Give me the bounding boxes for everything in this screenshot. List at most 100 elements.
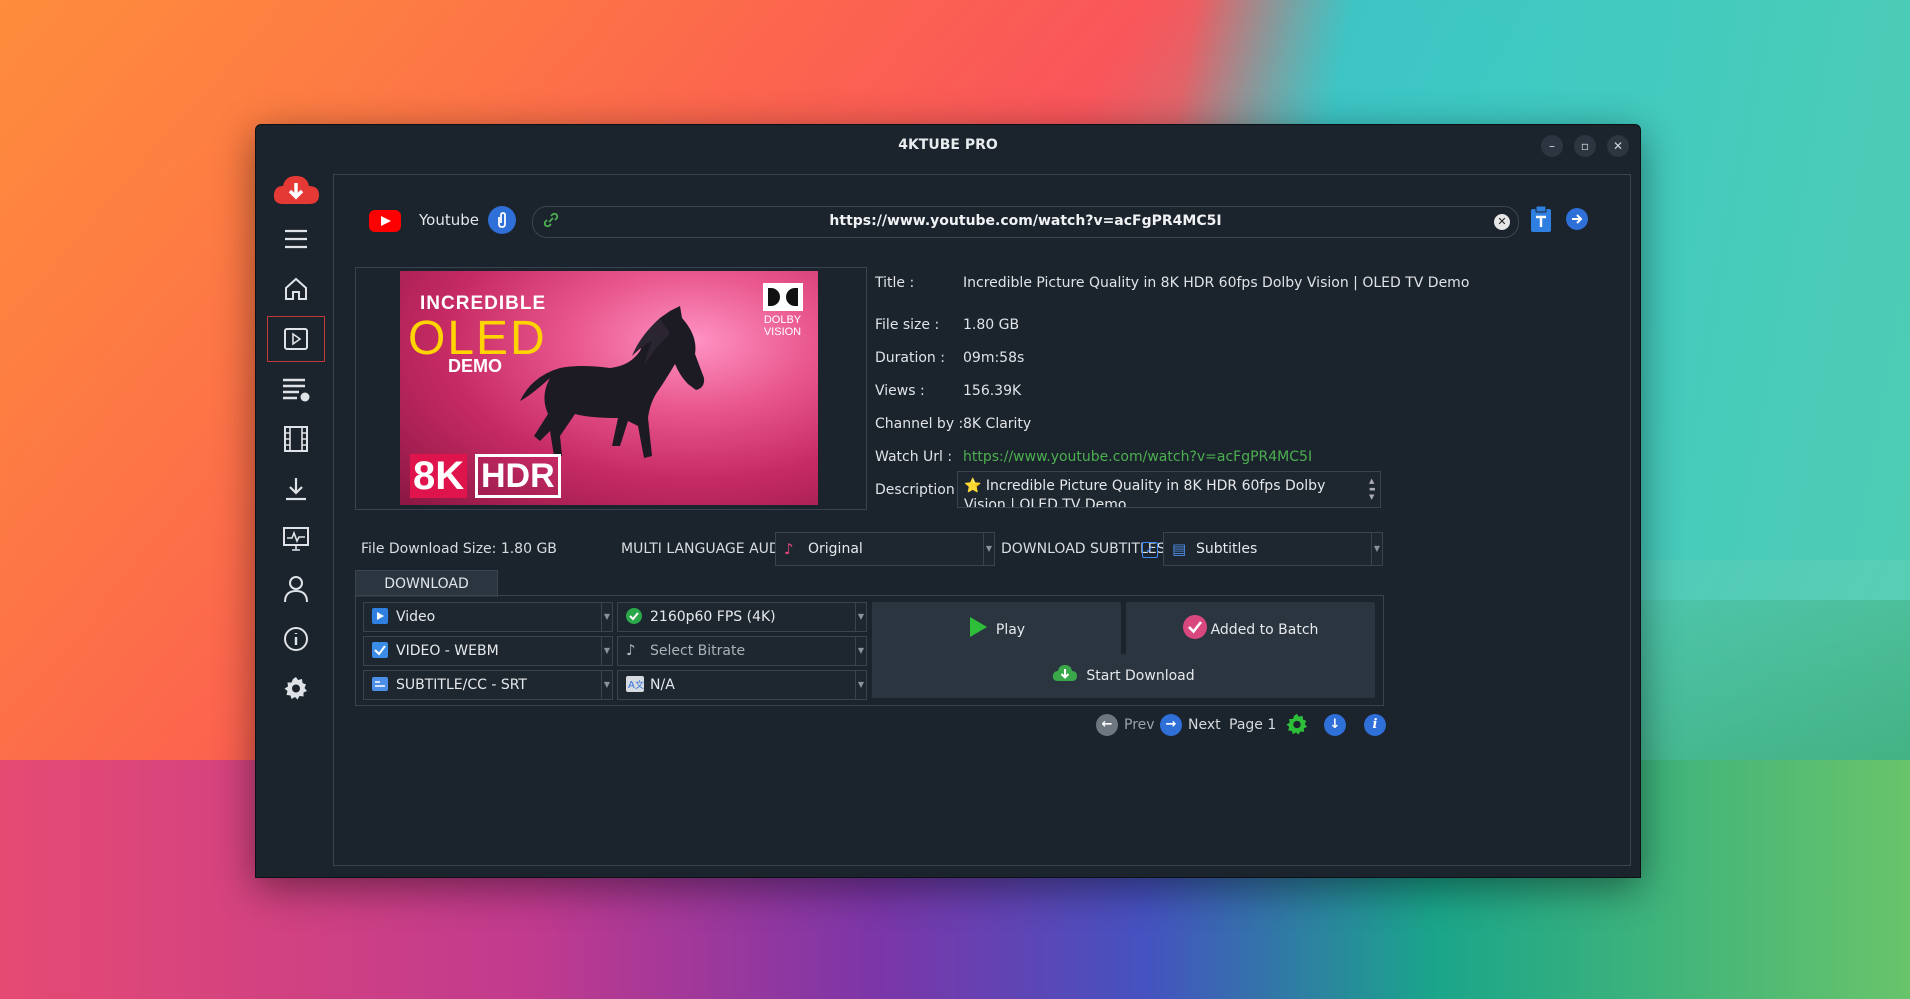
chevron-down-icon: ▼ bbox=[855, 637, 866, 665]
url-input[interactable]: https://www.youtube.com/watch?v=acFgPR4M… bbox=[532, 206, 1519, 238]
maximize-button[interactable]: ▫ bbox=[1574, 135, 1596, 157]
arrow-right-icon: → bbox=[1160, 714, 1182, 736]
subtitles-select[interactable]: ▤ Subtitles ▼ bbox=[1163, 532, 1383, 566]
prev-label: Prev bbox=[1124, 717, 1155, 733]
size-value: 1.80 GB bbox=[963, 317, 1020, 333]
subtitle-language-select[interactable]: A文 N/A ▼ bbox=[617, 670, 867, 700]
close-button[interactable]: ✕ bbox=[1607, 135, 1629, 157]
title-value: Incredible Picture Quality in 8K HDR 60f… bbox=[963, 275, 1470, 291]
audio-language-value: Original bbox=[808, 541, 863, 557]
audio-language-select[interactable]: ♪ Original ▼ bbox=[775, 532, 995, 566]
quality-value: 2160p60 FPS (4K) bbox=[650, 609, 776, 625]
dolby-vision-logo: DOLBY VISION bbox=[760, 283, 805, 338]
youtube-logo-icon bbox=[369, 210, 401, 232]
channel-value: 8K Clarity bbox=[963, 416, 1032, 432]
home-icon[interactable] bbox=[268, 267, 324, 311]
download-subtitles-label: DOWNLOAD SUBTITLES bbox=[1001, 541, 1166, 557]
chevron-down-icon: ▼ bbox=[601, 603, 612, 631]
sidebar bbox=[256, 165, 334, 877]
subtitle-format-select[interactable]: SUBTITLE/CC - SRT ▼ bbox=[363, 670, 613, 700]
main-panel: Youtube https://www.youtube.com/watch?v=… bbox=[333, 174, 1631, 866]
player-icon[interactable] bbox=[267, 316, 325, 362]
thumb-line3: DEMO bbox=[448, 356, 502, 376]
tab-download-options[interactable]: DOWNLOAD OPTIONS bbox=[355, 570, 498, 618]
chevron-down-icon: ▼ bbox=[855, 603, 866, 631]
add-to-batch-button[interactable]: Added to Batch bbox=[1126, 602, 1375, 657]
checkbox-checked-icon bbox=[372, 642, 388, 662]
subtitle-format-value: SUBTITLE/CC - SRT bbox=[396, 677, 527, 693]
user-icon[interactable] bbox=[268, 567, 324, 611]
dolby-logo-icon bbox=[762, 283, 803, 311]
bitrate-select[interactable]: ♪ Select Bitrate ▼ bbox=[617, 636, 867, 666]
file-download-size: File Download Size: 1.80 GB bbox=[361, 541, 557, 557]
source-label: Youtube bbox=[419, 211, 479, 229]
film-icon[interactable] bbox=[268, 417, 324, 461]
paste-clipboard-icon[interactable] bbox=[1530, 205, 1554, 233]
page-indicator: Page 1 bbox=[1229, 717, 1277, 733]
subtitle-language-value: N/A bbox=[650, 677, 675, 693]
video-thumbnail[interactable]: INCREDIBLE OLED DEMO 8K HDR DOLBY VISION bbox=[400, 271, 818, 505]
check-circle-icon bbox=[626, 608, 642, 628]
chevron-down-icon: ▼ bbox=[983, 533, 994, 565]
paperclip-icon[interactable] bbox=[488, 206, 516, 234]
downloads-icon[interactable] bbox=[268, 467, 324, 511]
minimize-button[interactable]: – bbox=[1541, 135, 1563, 157]
cloud-download-green-icon bbox=[1052, 663, 1078, 689]
subtitle-cc-icon bbox=[372, 676, 388, 696]
thumb-badge-8k: 8K bbox=[410, 454, 468, 498]
start-download-button[interactable]: Start Download bbox=[872, 654, 1375, 698]
info-icon[interactable] bbox=[268, 617, 324, 661]
svg-text:A: A bbox=[628, 680, 635, 691]
cloud-download-icon[interactable] bbox=[268, 169, 324, 213]
menu-icon[interactable] bbox=[268, 217, 324, 261]
svg-text:文: 文 bbox=[635, 679, 644, 691]
app-window: 4KTUBE PRO – ▫ ✕ Youtube https://www.you… bbox=[255, 124, 1641, 878]
description-label: Description : bbox=[875, 482, 964, 498]
chevron-down-icon: ▼ bbox=[601, 637, 612, 665]
info-footer-button[interactable]: i bbox=[1364, 710, 1392, 740]
format-value: VIDEO - WEBM bbox=[396, 643, 499, 659]
format-select[interactable]: VIDEO - WEBM ▼ bbox=[363, 636, 613, 666]
description-scrollbar[interactable]: ▲ ▬ ▼ bbox=[1369, 477, 1377, 501]
download-options-panel: Video ▼ VIDEO - WEBM ▼ SUBTITLE/CC - SRT… bbox=[355, 595, 1384, 706]
media-type-value: Video bbox=[396, 609, 436, 625]
playlist-icon[interactable] bbox=[268, 367, 324, 411]
video-play-icon bbox=[372, 608, 388, 628]
download-subtitles-checkbox[interactable]: ✓ bbox=[1142, 542, 1158, 558]
multi-language-audio-label: MULTI LANGUAGE AUDIO bbox=[621, 541, 795, 557]
url-row: Youtube https://www.youtube.com/watch?v=… bbox=[334, 203, 1630, 238]
description-box[interactable]: ⭐ Incredible Picture Quality in 8K HDR 6… bbox=[957, 471, 1381, 508]
next-button[interactable]: → Next bbox=[1160, 710, 1221, 740]
watch-url-link[interactable]: https://www.youtube.com/watch?v=acFgPR4M… bbox=[963, 449, 1312, 465]
watch-url-label: Watch Url : bbox=[875, 449, 953, 465]
quality-select[interactable]: 2160p60 FPS (4K) ▼ bbox=[617, 602, 867, 632]
settings-gear-button[interactable] bbox=[1285, 710, 1309, 740]
chevron-down-icon: ▼ bbox=[601, 671, 612, 699]
dolby-brand-top: DOLBY bbox=[763, 314, 802, 326]
play-button[interactable]: Play bbox=[872, 602, 1121, 657]
thumbnail-frame: INCREDIBLE OLED DEMO 8K HDR DOLBY VISION bbox=[355, 267, 867, 510]
chevron-down-icon: ▼ bbox=[855, 671, 866, 699]
downloads-footer-button[interactable]: ↓ bbox=[1324, 710, 1352, 740]
start-download-label: Start Download bbox=[1086, 668, 1195, 684]
translate-icon: A文 bbox=[626, 676, 644, 696]
channel-label: Channel by : bbox=[875, 416, 964, 432]
titlebar[interactable]: 4KTUBE PRO – ▫ ✕ bbox=[256, 125, 1640, 165]
url-text: https://www.youtube.com/watch?v=acFgPR4M… bbox=[829, 213, 1222, 229]
pagination-footer: ← Prev → Next Page 1 ↓ i bbox=[334, 710, 1630, 740]
title-label: Title : bbox=[875, 275, 915, 291]
views-value: 156.39K bbox=[963, 383, 1022, 399]
music-note-icon: ♪ bbox=[626, 641, 636, 659]
settings-icon[interactable] bbox=[268, 667, 324, 711]
media-type-select[interactable]: Video ▼ bbox=[363, 602, 613, 632]
music-note-icon: ♪ bbox=[784, 540, 794, 558]
play-icon bbox=[968, 616, 988, 644]
clear-url-icon[interactable]: ✕ bbox=[1494, 214, 1510, 230]
info-circle-icon: i bbox=[1364, 714, 1386, 736]
monitor-icon[interactable] bbox=[268, 517, 324, 561]
horse-image-icon bbox=[520, 306, 705, 458]
go-arrow-icon[interactable] bbox=[1566, 208, 1588, 230]
chevron-down-icon: ▼ bbox=[1371, 533, 1382, 565]
check-circle-pink-icon bbox=[1182, 614, 1207, 645]
prev-button[interactable]: ← Prev bbox=[1096, 710, 1155, 740]
